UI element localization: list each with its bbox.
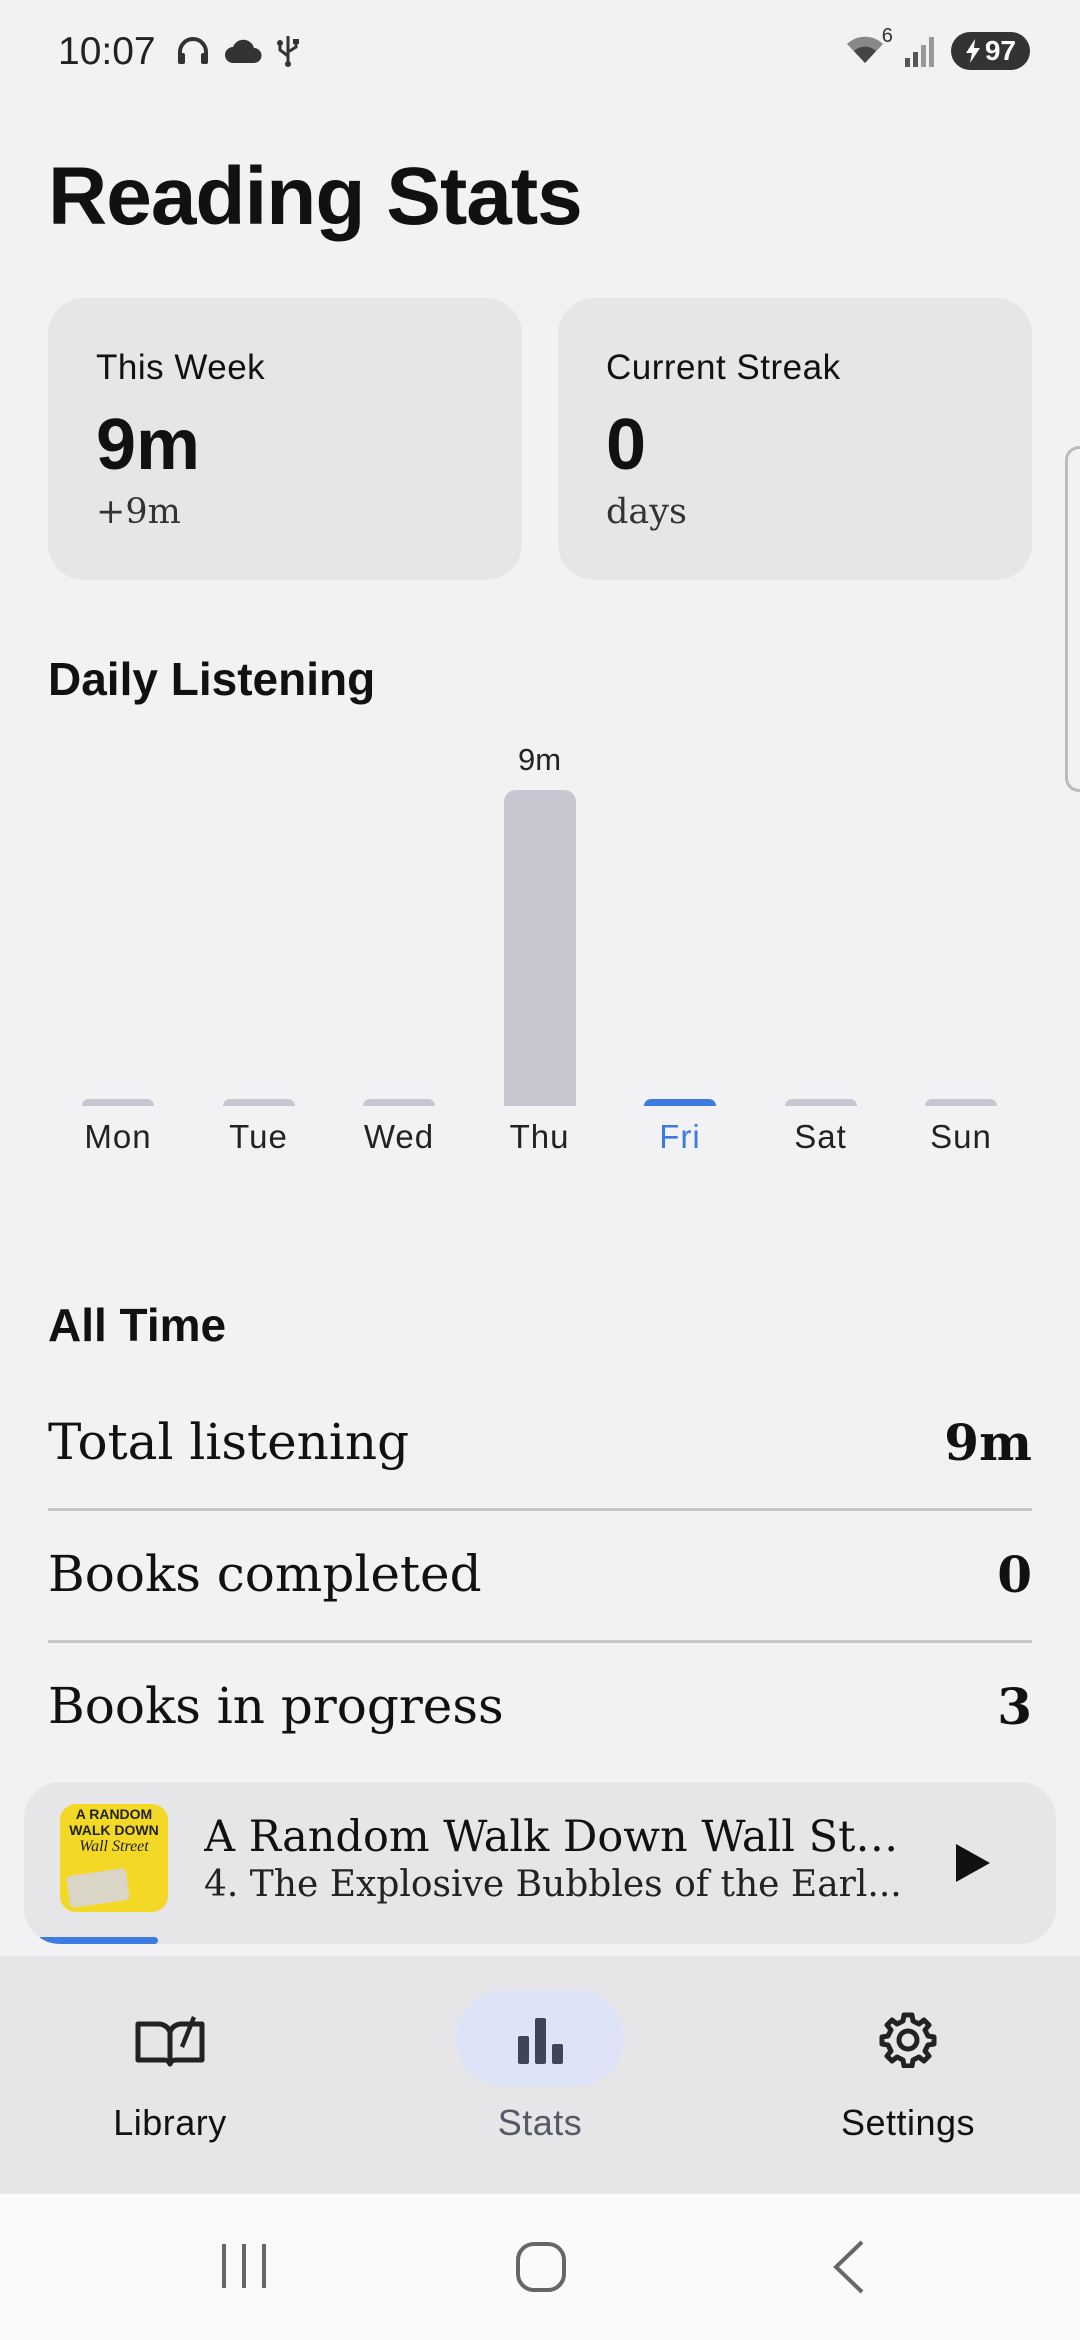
stat-value: 3 — [997, 1676, 1032, 1736]
chart-bar-sat — [784, 1099, 857, 1106]
chart-bar-thu — [503, 790, 576, 1106]
daily-listening-title: Daily Listening — [48, 653, 376, 705]
chart-value-label: 9m — [517, 742, 562, 777]
all-time-title: All Time — [48, 1299, 227, 1351]
chart-bar-wed — [363, 1099, 435, 1106]
book-cover[interactable]: A RANDOM WALK DOWN Wall Street — [60, 1804, 168, 1912]
chart-bar-fri — [644, 1099, 716, 1106]
scroll-indicator[interactable] — [1065, 446, 1080, 792]
mini-player[interactable]: A RANDOM WALK DOWN Wall Street A Random … — [24, 1782, 1056, 1944]
this-week-card: This Week 9m +9m — [48, 298, 522, 580]
now-playing-title[interactable]: A Random Walk Down Wall Str... — [204, 1812, 904, 1862]
book-open-icon — [135, 2016, 205, 2067]
card-label: Current Streak — [606, 348, 841, 387]
stat-value: 0 — [997, 1544, 1032, 1604]
stat-label: Total listening — [48, 1413, 410, 1471]
cloud-icon — [225, 39, 262, 63]
chart-day-label: Sat — [794, 1118, 847, 1155]
headphones-icon — [178, 37, 208, 64]
nav-stats[interactable]: Stats — [372, 1956, 672, 2194]
cover-title-line: WALK DOWN — [69, 1822, 159, 1838]
battery-indicator: 97 — [950, 32, 1030, 70]
nav-label: Library — [113, 2102, 227, 2143]
system-navigation-bar — [0, 2194, 1080, 2340]
cover-title-line: A RANDOM — [75, 1806, 153, 1822]
status-bar: 10:07 6 97 — [0, 0, 1080, 110]
card-label: This Week — [96, 348, 266, 387]
back-icon[interactable] — [824, 2238, 874, 2296]
stat-row-books-completed: Books completed 0 — [48, 1508, 1032, 1640]
page-title: Reading Stats — [48, 151, 583, 242]
nav-label: Stats — [497, 2102, 583, 2143]
chart-day-label: Wed — [363, 1118, 435, 1155]
chart-day-label: Mon — [84, 1118, 152, 1155]
cover-art — [66, 1867, 130, 1909]
wifi-icon: 6 — [845, 25, 893, 69]
cover-title-line: Wall Street — [79, 1838, 149, 1855]
charging-bolt-icon — [965, 39, 980, 63]
signal-icon — [904, 37, 934, 67]
playback-progress-fill — [38, 1937, 159, 1944]
chart-day-label: Tue — [229, 1118, 288, 1155]
card-subtext: days — [606, 492, 688, 532]
stat-row-total-listening: Total listening 9m — [48, 1376, 1032, 1508]
chart-day-label: Thu — [509, 1118, 570, 1155]
home-icon[interactable] — [512, 2238, 570, 2296]
card-value: 9m — [96, 405, 201, 485]
nav-settings[interactable]: Settings — [740, 1956, 1040, 2194]
bar-chart-icon — [518, 2018, 563, 2064]
chart-bar-sun — [925, 1099, 997, 1106]
daily-listening-chart: Mon Tue Wed Thu 9m Fri Sat Sun — [48, 740, 1032, 1170]
nav-library[interactable]: Library — [2, 1956, 302, 2194]
chart-bar-tue — [222, 1099, 295, 1106]
gear-icon — [879, 2012, 937, 2068]
chart-day-label: Sun — [930, 1118, 992, 1155]
bottom-navigation: Library Stats Settings — [0, 1956, 1080, 2194]
play-icon[interactable] — [946, 1838, 996, 1888]
recent-apps-icon[interactable] — [216, 2238, 272, 2294]
card-subtext: +9m — [96, 492, 181, 532]
now-playing-chapter[interactable]: 4. The Explosive Bubbles of the Earl... — [204, 1864, 904, 1905]
stat-label: Books in progress — [48, 1677, 504, 1735]
stat-value: 9m — [944, 1412, 1032, 1472]
current-streak-card: Current Streak 0 days — [558, 298, 1032, 580]
stat-label: Books completed — [48, 1545, 482, 1603]
chart-bar-mon — [82, 1099, 154, 1106]
usb-icon — [277, 36, 299, 67]
chart-day-label: Fri — [659, 1118, 701, 1155]
card-value: 0 — [606, 405, 647, 485]
stat-row-books-in-progress: Books in progress 3 — [48, 1640, 1032, 1772]
playback-progress — [38, 1937, 1042, 1944]
status-time: 10:07 — [58, 30, 156, 73]
nav-label: Settings — [840, 2102, 976, 2143]
